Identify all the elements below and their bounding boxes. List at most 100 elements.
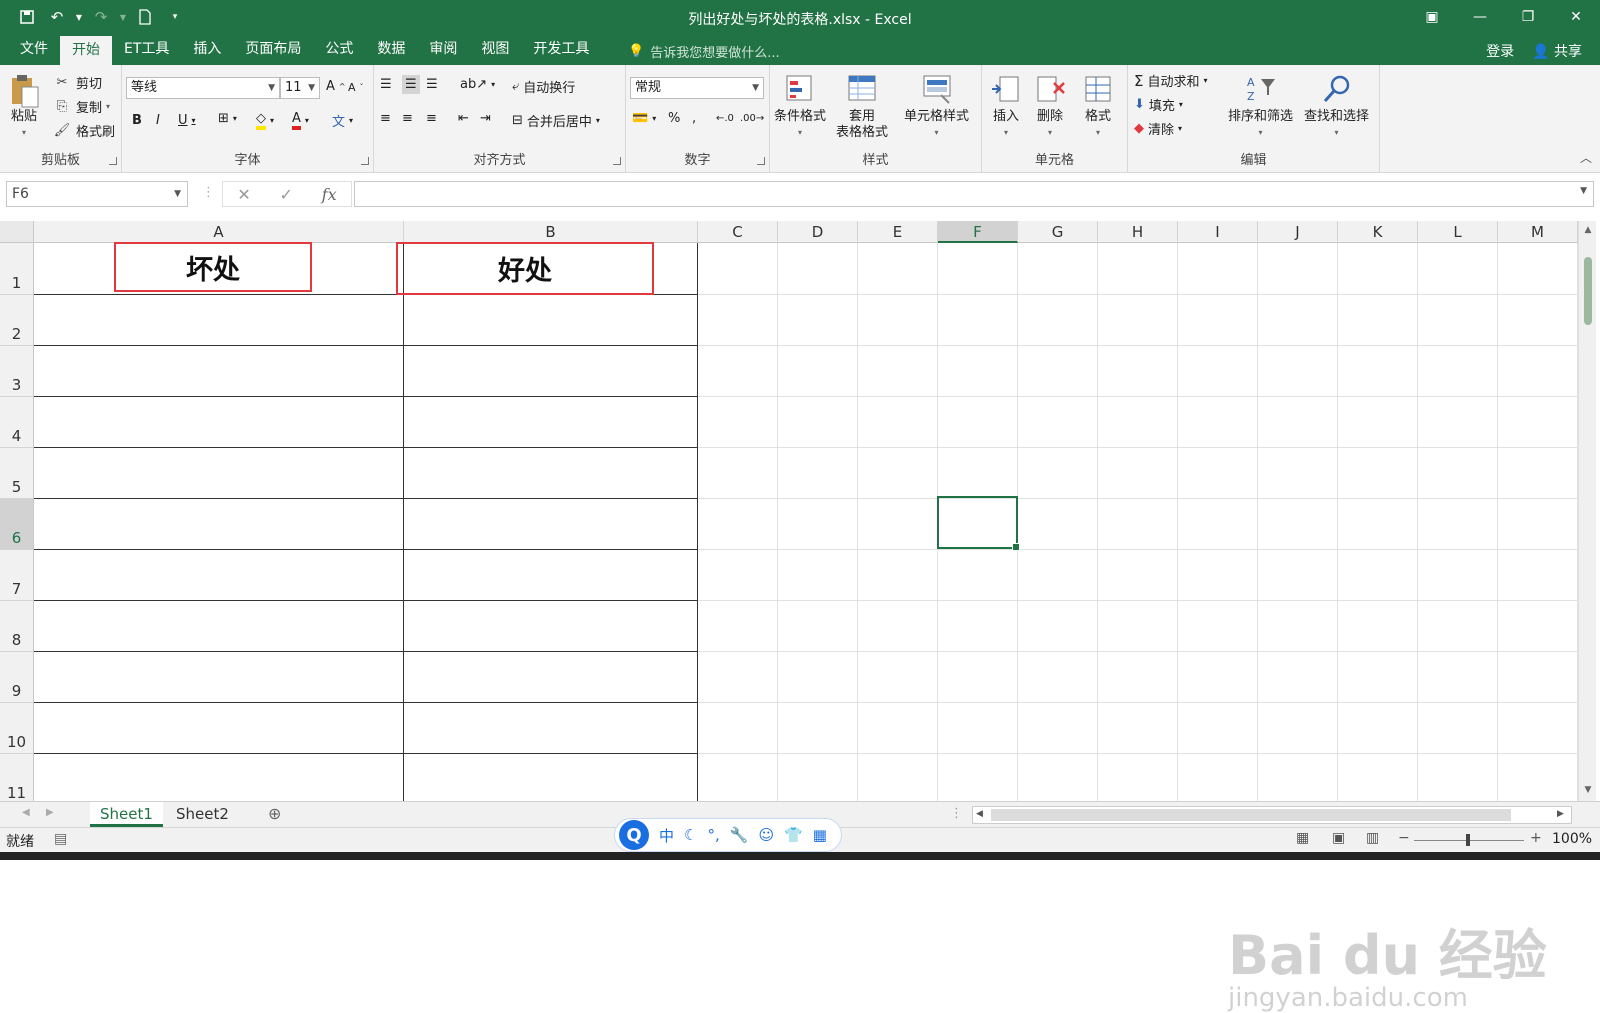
column-header-l[interactable]: L bbox=[1418, 221, 1498, 243]
punctuation-icon[interactable]: °, bbox=[707, 826, 719, 844]
insert-function-button[interactable]: fx bbox=[322, 185, 337, 204]
page-break-view-icon[interactable]: ▥ bbox=[1366, 830, 1379, 846]
tab-et-tools[interactable]: ET工具 bbox=[112, 34, 181, 65]
tab-insert[interactable]: 插入 bbox=[181, 34, 233, 65]
clipboard-launcher-icon[interactable] bbox=[109, 157, 117, 165]
select-all-button[interactable] bbox=[0, 221, 34, 243]
normal-view-icon[interactable]: ▦ bbox=[1296, 830, 1309, 846]
accounting-format-button[interactable]: 💳 ▾ bbox=[632, 111, 656, 126]
zoom-out-icon[interactable]: − bbox=[1398, 830, 1410, 846]
horizontal-scrollbar[interactable]: ◀ ▶ bbox=[972, 806, 1572, 824]
tell-me-box[interactable]: 💡 告诉我您想要做什么... bbox=[628, 42, 780, 61]
sheet-tab-sheet1[interactable]: Sheet1 bbox=[90, 802, 163, 827]
align-right-button[interactable]: ≡ bbox=[426, 111, 437, 126]
tab-home[interactable]: 开始 bbox=[60, 36, 112, 65]
format-as-table-button[interactable]: 套用 表格格式 bbox=[836, 73, 888, 141]
row-header-7[interactable]: 7 bbox=[0, 550, 34, 601]
wrench-icon[interactable]: 🔧 bbox=[730, 826, 749, 844]
tab-split-grip-icon[interactable]: ⋮ bbox=[950, 806, 963, 821]
row-header-9[interactable]: 9 bbox=[0, 652, 34, 703]
fill-color-button[interactable]: ◇ ▾ bbox=[256, 111, 274, 130]
expand-formula-icon[interactable]: ▼ bbox=[1580, 186, 1587, 196]
cell-a1[interactable]: 坏处 bbox=[114, 242, 312, 292]
login-link[interactable]: 登录 bbox=[1486, 41, 1514, 61]
align-left-button[interactable]: ≡ bbox=[380, 111, 391, 126]
restore-icon[interactable]: ❐ bbox=[1504, 0, 1552, 34]
row-header-8[interactable]: 8 bbox=[0, 601, 34, 652]
number-launcher-icon[interactable] bbox=[757, 157, 765, 165]
column-header-h[interactable]: H bbox=[1098, 221, 1178, 243]
ime-language[interactable]: 中 bbox=[659, 825, 674, 846]
italic-button[interactable]: I bbox=[156, 113, 160, 128]
column-header-i[interactable]: I bbox=[1178, 221, 1258, 243]
font-size-combo[interactable]: 11 ▼ bbox=[280, 77, 320, 99]
column-header-k[interactable]: K bbox=[1338, 221, 1418, 243]
cell-b1[interactable]: 好处 bbox=[396, 242, 654, 295]
align-bottom-button[interactable]: ☰ bbox=[426, 77, 438, 92]
align-center-button[interactable]: ≡ bbox=[402, 111, 413, 126]
cell-styles-button[interactable]: 单元格样式 ▾ bbox=[904, 73, 969, 141]
column-header-a[interactable]: A bbox=[34, 221, 404, 243]
ime-logo-icon[interactable]: Q bbox=[619, 820, 649, 850]
tab-view[interactable]: 视图 bbox=[469, 34, 521, 65]
name-box[interactable]: F6 ▼ bbox=[6, 181, 188, 207]
enter-icon[interactable]: ✓ bbox=[280, 185, 293, 204]
zoom-slider-thumb[interactable] bbox=[1466, 834, 1470, 846]
font-name-combo[interactable]: 等线 ▼ bbox=[126, 77, 280, 99]
bold-button[interactable]: B bbox=[132, 113, 142, 128]
collapse-ribbon-icon[interactable]: ︿ bbox=[1580, 149, 1592, 166]
insert-cells-button[interactable]: 插入 ▾ bbox=[990, 73, 1022, 141]
row-header-10[interactable]: 10 bbox=[0, 703, 34, 754]
grid-menu-icon[interactable]: ▦ bbox=[813, 826, 827, 844]
emoji-icon[interactable]: ☺ bbox=[758, 826, 774, 844]
page-layout-view-icon[interactable]: ▣ bbox=[1332, 830, 1345, 846]
column-header-f[interactable]: F bbox=[938, 221, 1018, 243]
vertical-scroll-thumb[interactable] bbox=[1584, 257, 1592, 325]
ribbon-display-icon[interactable]: ▣ bbox=[1408, 0, 1456, 34]
autosum-button[interactable]: Σ 自动求和 ▾ bbox=[1134, 71, 1208, 91]
row-header-6[interactable]: 6 bbox=[0, 499, 34, 550]
row-header-11[interactable]: 11 bbox=[0, 754, 34, 805]
align-top-button[interactable]: ☰ bbox=[380, 77, 392, 92]
format-painter-button[interactable]: 🖌 格式刷 bbox=[52, 121, 115, 140]
format-cells-button[interactable]: 格式 ▾ bbox=[1082, 73, 1114, 141]
paste-button[interactable]: 粘贴 ▾ bbox=[8, 73, 40, 141]
borders-button[interactable]: ⊞ ▾ bbox=[218, 111, 237, 126]
conditional-format-button[interactable]: 条件格式 ▾ bbox=[774, 73, 826, 141]
sheet-tab-sheet2[interactable]: Sheet2 bbox=[166, 802, 239, 827]
row-header-1[interactable]: 1 bbox=[0, 243, 34, 295]
grow-font-button[interactable]: A ^ bbox=[326, 79, 346, 94]
alignment-launcher-icon[interactable] bbox=[613, 157, 621, 165]
orientation-button[interactable]: ab↗ ▾ bbox=[460, 77, 495, 92]
scroll-left-icon[interactable]: ◀ bbox=[976, 809, 983, 819]
column-header-c[interactable]: C bbox=[698, 221, 778, 243]
cancel-icon[interactable]: ✕ bbox=[237, 185, 250, 204]
copy-button[interactable]: ⎘ 复制 ▾ bbox=[52, 97, 110, 116]
find-select-button[interactable]: 查找和选择 ▾ bbox=[1304, 73, 1369, 141]
shirt-icon[interactable]: 👕 bbox=[784, 826, 803, 844]
delete-cells-button[interactable]: 删除 ▾ bbox=[1034, 73, 1066, 141]
row-header-5[interactable]: 5 bbox=[0, 448, 34, 499]
minimize-icon[interactable]: — bbox=[1456, 0, 1504, 34]
fill-button[interactable]: ⬇ 填充 ▾ bbox=[1134, 95, 1183, 114]
merge-center-button[interactable]: ⊟ 合并后居中 ▾ bbox=[512, 111, 600, 130]
tab-data[interactable]: 数据 bbox=[365, 34, 417, 65]
number-format-combo[interactable]: 常规 ▼ bbox=[630, 77, 764, 99]
zoom-in-icon[interactable]: + bbox=[1530, 830, 1542, 846]
percent-button[interactable]: % bbox=[668, 111, 680, 126]
next-sheet-icon[interactable]: ▶ bbox=[46, 807, 54, 818]
formula-input[interactable]: ▼ bbox=[354, 181, 1594, 207]
row-header-4[interactable]: 4 bbox=[0, 397, 34, 448]
shrink-font-button[interactable]: Aˇ bbox=[348, 81, 364, 94]
column-header-m[interactable]: M bbox=[1498, 221, 1578, 243]
sort-filter-button[interactable]: AZ 排序和筛选 ▾ bbox=[1228, 73, 1293, 141]
vertical-scrollbar[interactable]: ▲ ▼ bbox=[1578, 221, 1596, 801]
font-launcher-icon[interactable] bbox=[361, 157, 369, 165]
tab-formulas[interactable]: 公式 bbox=[313, 34, 365, 65]
add-sheet-icon[interactable]: ⊕ bbox=[268, 804, 281, 823]
wrap-text-button[interactable]: ⤶ 自动换行 bbox=[512, 77, 575, 96]
column-header-e[interactable]: E bbox=[858, 221, 938, 243]
prev-sheet-icon[interactable]: ◀ bbox=[22, 807, 30, 818]
align-middle-button[interactable]: ☰ bbox=[402, 75, 420, 94]
decrease-decimal-button[interactable]: .00→ bbox=[740, 113, 764, 124]
